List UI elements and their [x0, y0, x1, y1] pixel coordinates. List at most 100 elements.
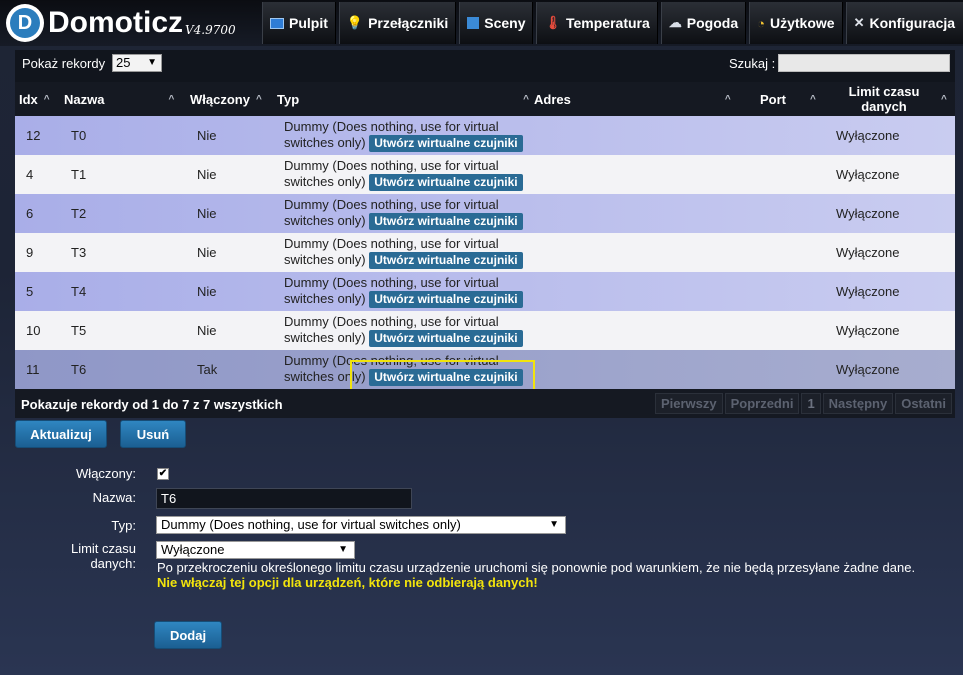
pager-last[interactable]: Ostatni [895, 393, 952, 414]
col-header-address[interactable]: Adres ^ [534, 82, 731, 116]
cell-data-timeout: Wyłączone [836, 167, 900, 182]
col-label: Idx [19, 91, 38, 107]
sort-icon: ^ [941, 93, 947, 105]
create-virtual-sensors-button[interactable]: Utwórz wirtualne czujniki [369, 135, 523, 152]
chevron-down-icon: ▼ [549, 519, 559, 530]
nav-label: Konfiguracja [869, 15, 956, 31]
cell-type: Dummy (Does nothing, use for virtual swi… [284, 272, 544, 311]
cell-enabled: Nie [197, 128, 217, 143]
nav-switches[interactable]: 💡 Przełączniki [338, 2, 457, 44]
cell-enabled: Nie [197, 284, 217, 299]
page-size-select[interactable]: 25 ▼ [112, 54, 162, 72]
create-virtual-sensors-button[interactable]: Utwórz wirtualne czujniki [369, 174, 523, 191]
cell-name: T2 [71, 206, 87, 221]
cell-enabled: Nie [197, 245, 217, 260]
table-row[interactable]: 10 T5 Nie Dummy (Does nothing, use for v… [15, 311, 955, 350]
name-label: Nazwa: [92, 490, 136, 505]
thermometer-icon: 🌡 [544, 15, 561, 30]
cell-name: T4 [71, 284, 87, 299]
cell-idx: 6 [26, 206, 34, 221]
cell-idx: 11 [26, 362, 40, 377]
chevron-down-icon: ▼ [147, 57, 157, 68]
search-input[interactable] [778, 54, 950, 72]
sort-icon: ^ [724, 93, 731, 105]
pager-next[interactable]: Następny [822, 393, 894, 414]
col-label: Port [760, 91, 786, 107]
update-button[interactable]: Aktualizuj [15, 420, 107, 448]
sort-icon: ^ [43, 93, 50, 105]
table-row[interactable]: 5 T4 Nie Dummy (Does nothing, use for vi… [15, 272, 955, 311]
records-info: Pokazuje rekordy od 1 do 7 z 7 wszystkic… [21, 397, 283, 412]
col-label: Typ [277, 91, 300, 107]
cell-name: T6 [71, 362, 87, 377]
nav-weather[interactable]: ☁ Pogoda [660, 2, 747, 44]
top-header: D Domoticz V4.9700 Pulpit 💡 Przełączniki… [0, 0, 963, 46]
data-timeout-label: Limit czasu danych: [70, 541, 136, 571]
nav-label: Pulpit [289, 15, 328, 31]
cell-type: Dummy (Does nothing, use for virtual swi… [284, 233, 544, 272]
cell-data-timeout: Wyłączone [836, 245, 900, 260]
col-header-idx[interactable]: Idx ^ [19, 82, 50, 116]
table-row[interactable]: 4 T1 Nie Dummy (Does nothing, use for vi… [15, 155, 955, 194]
sort-icon: ^ [255, 93, 262, 105]
type-select[interactable]: Dummy (Does nothing, use for virtual swi… [156, 516, 566, 534]
data-timeout-value: Wyłączone [161, 542, 225, 557]
col-header-port[interactable]: Port ^ [760, 82, 816, 116]
weather-cloud-icon: ☁ [668, 15, 682, 30]
nav-pulpit[interactable]: Pulpit [262, 2, 336, 44]
cell-name: T0 [71, 128, 87, 143]
nav-label: Użytkowe [769, 15, 835, 31]
nav-label: Sceny [484, 15, 526, 31]
cell-data-timeout: Wyłączone [836, 206, 900, 221]
pager-current[interactable]: 1 [801, 393, 821, 414]
cell-idx: 9 [26, 245, 34, 260]
create-virtual-sensors-button[interactable]: Utwórz wirtualne czujniki [369, 252, 523, 269]
create-virtual-sensors-button[interactable]: Utwórz wirtualne czujniki [369, 213, 523, 230]
nav-scenes[interactable]: Sceny [459, 2, 534, 44]
pagination: Pierwszy Poprzedni 1 Następny Ostatni [653, 393, 952, 414]
create-virtual-sensors-button[interactable]: Utwórz wirtualne czujniki [369, 330, 523, 347]
enabled-checkbox[interactable]: ✔ [157, 468, 169, 480]
name-input[interactable]: T6 [156, 488, 412, 509]
chevron-down-icon: ▼ [338, 544, 348, 555]
search-label: Szukaj : [729, 56, 776, 71]
cell-idx: 4 [26, 167, 34, 182]
nav-setup[interactable]: ✕ Konfiguracja ▼ [845, 2, 963, 44]
nav-label: Temperatura [566, 15, 650, 31]
create-virtual-sensors-button[interactable]: Utwórz wirtualne czujniki [369, 291, 523, 308]
page-size-value: 25 [116, 55, 131, 70]
pager-prev[interactable]: Poprzedni [724, 393, 800, 414]
col-header-name[interactable]: Nazwa ^ [64, 82, 174, 116]
table-row[interactable]: 6 T2 Nie Dummy (Does nothing, use for vi… [15, 194, 955, 233]
add-button[interactable]: Dodaj [154, 621, 222, 649]
type-label: Typ: [111, 518, 136, 533]
enabled-label: Włączony: [76, 466, 136, 481]
cell-idx: 12 [26, 128, 41, 143]
sort-icon: ^ [168, 93, 175, 105]
col-header-data-timeout-sort[interactable]: ^ [935, 82, 947, 116]
app-logo[interactable]: D Domoticz V4.9700 [6, 3, 236, 43]
cell-name: T1 [71, 167, 87, 182]
pager-first[interactable]: Pierwszy [654, 393, 723, 414]
domoticz-logo-icon: D [6, 4, 44, 42]
app-version: V4.9700 [185, 23, 236, 37]
table-footer: Pokazuje rekordy od 1 do 7 z 7 wszystkic… [15, 389, 955, 418]
nav-label: Przełączniki [368, 15, 449, 31]
col-header-data-timeout[interactable]: Limit czasu danych [839, 82, 929, 116]
cell-enabled: Nie [197, 206, 217, 221]
nav-temperature[interactable]: 🌡 Temperatura [536, 2, 658, 44]
table-row[interactable]: 12 T0 Nie Dummy (Does nothing, use for v… [15, 116, 955, 155]
nav-utility[interactable]: ◔ Użytkowe [749, 2, 843, 44]
col-header-enabled[interactable]: Włączony ^ [190, 82, 262, 116]
col-header-type[interactable]: Typ ^ [277, 82, 529, 116]
table-row[interactable]: 9 T3 Nie Dummy (Does nothing, use for vi… [15, 233, 955, 272]
cell-type: Dummy (Does nothing, use for virtual swi… [284, 194, 544, 233]
delete-button[interactable]: Usuń [120, 420, 186, 448]
hardware-table-panel: Pokaż rekordy 25 ▼ Szukaj : Idx ^ Nazwa … [15, 50, 955, 418]
cell-data-timeout: Wyłączone [836, 128, 900, 143]
cell-idx: 5 [26, 284, 34, 299]
data-timeout-select[interactable]: Wyłączone ▼ [156, 541, 355, 559]
table-body: 12 T0 Nie Dummy (Does nothing, use for v… [15, 116, 955, 389]
data-timeout-note: Po przekroczeniu określonego limitu czas… [157, 560, 916, 575]
table-header: Idx ^ Nazwa ^ Włączony ^ Typ ^ Adres ^ P… [15, 82, 955, 116]
